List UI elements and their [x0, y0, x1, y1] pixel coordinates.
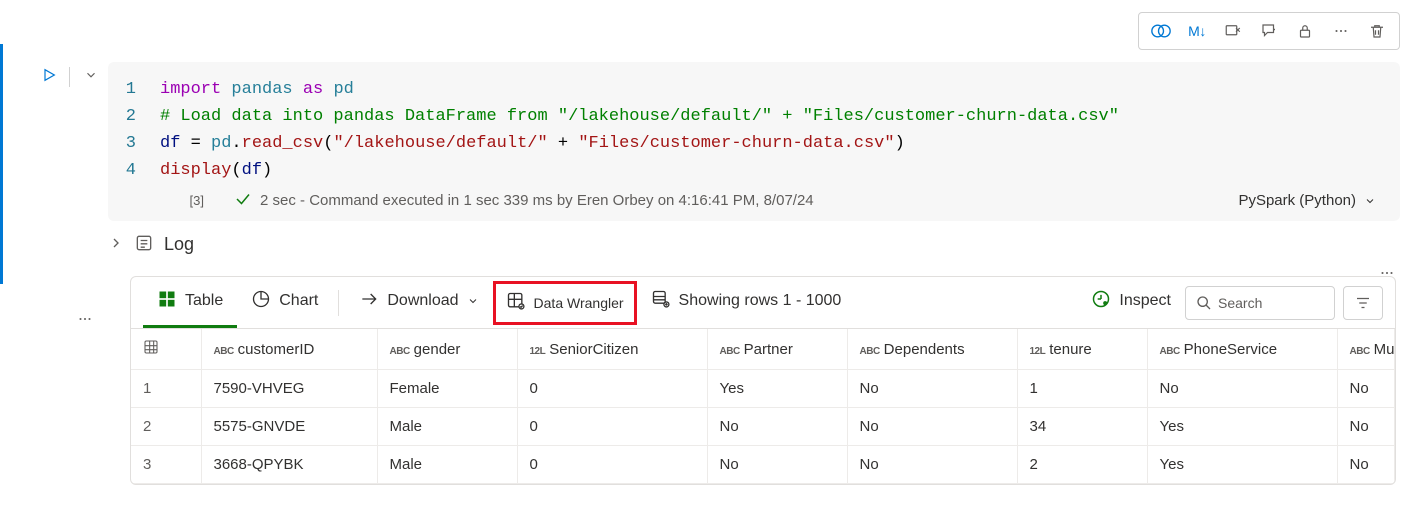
filter-icon — [1354, 294, 1372, 312]
cell-toolbar: M↓ — [1138, 12, 1400, 50]
data-wrangler-button[interactable]: Data Wrangler — [493, 281, 637, 325]
column-header[interactable]: ABCgender — [377, 329, 517, 370]
table-output: Table Chart Download Data Wrangler — [130, 276, 1396, 485]
table-cell[interactable]: 2 — [1017, 446, 1147, 484]
tab-chart[interactable]: Chart — [237, 277, 332, 328]
status-text: 2 sec - Command executed in 1 sec 339 ms… — [260, 192, 814, 209]
table-cell[interactable]: No — [707, 408, 847, 446]
search-input[interactable]: Search — [1185, 286, 1335, 320]
code-cell[interactable]: 1import pandas as pd2# Load data into pa… — [108, 62, 1400, 221]
table-cell[interactable]: 3668-QPYBK — [201, 446, 377, 484]
code-line[interactable]: 3df = pd.read_csv("/lakehouse/default/" … — [120, 130, 1380, 157]
table-cell[interactable]: No — [847, 370, 1017, 408]
clear-output-icon[interactable] — [1217, 17, 1249, 45]
table-cell[interactable]: Female — [377, 370, 517, 408]
data-wrangler-icon — [506, 291, 526, 314]
table-cell[interactable]: No — [707, 446, 847, 484]
execution-count: [3] — [184, 193, 204, 208]
column-header[interactable]: ABCDependents — [847, 329, 1017, 370]
table-cell[interactable]: 2 — [131, 408, 201, 446]
markdown-toggle[interactable]: M↓ — [1181, 17, 1213, 45]
table-cell[interactable]: 7590-VHVEG — [201, 370, 377, 408]
code-line[interactable]: 1import pandas as pd — [120, 76, 1380, 103]
table-cell[interactable]: Male — [377, 446, 517, 484]
table-cell[interactable]: Yes — [707, 370, 847, 408]
tab-table[interactable]: Table — [143, 277, 237, 328]
table-cell[interactable]: No — [1337, 370, 1395, 408]
table-cell[interactable]: No — [1337, 446, 1395, 484]
table-cell[interactable]: 0 — [517, 370, 707, 408]
output-more-icon[interactable] — [1378, 264, 1396, 285]
table-cell[interactable]: 0 — [517, 408, 707, 446]
table-cell[interactable]: 34 — [1017, 408, 1147, 446]
index-icon — [143, 339, 159, 355]
chevron-down-icon — [467, 295, 479, 307]
column-header[interactable] — [131, 329, 201, 370]
more-icon[interactable] — [1325, 17, 1357, 45]
column-header[interactable]: ABCMu — [1337, 329, 1395, 370]
column-header[interactable]: ABCPhoneService — [1147, 329, 1337, 370]
rows-icon — [651, 289, 671, 314]
column-header[interactable]: ABCPartner — [707, 329, 847, 370]
table-cell[interactable]: No — [1147, 370, 1337, 408]
search-icon — [1196, 295, 1212, 311]
column-header[interactable]: ABCcustomerID — [201, 329, 377, 370]
cell-side-more-icon[interactable] — [76, 310, 94, 331]
table-cell[interactable]: 3 — [131, 446, 201, 484]
table-icon — [157, 289, 177, 314]
column-header[interactable]: 12Ltenure — [1017, 329, 1147, 370]
chart-icon — [251, 289, 271, 314]
lock-icon[interactable] — [1289, 17, 1321, 45]
table-row[interactable]: 33668-QPYBKMale0NoNo2YesNo — [131, 446, 1395, 484]
line-number: 1 — [120, 76, 160, 103]
log-expand-chevron[interactable] — [108, 235, 124, 254]
log-icon — [134, 233, 154, 256]
filter-button[interactable] — [1343, 286, 1383, 320]
table-cell[interactable]: Male — [377, 408, 517, 446]
cell-menu-chevron[interactable] — [82, 66, 100, 87]
language-selector[interactable]: PySpark (Python) — [1238, 192, 1380, 209]
table-row[interactable]: 25575-GNVDEMale0NoNo34YesNo — [131, 408, 1395, 446]
code-line[interactable]: 4display(df) — [120, 157, 1380, 184]
line-number: 2 — [120, 103, 160, 130]
table-row[interactable]: 17590-VHVEGFemale0YesNo1NoNo — [131, 370, 1395, 408]
delete-icon[interactable] — [1361, 17, 1393, 45]
data-table[interactable]: ABCcustomerIDABCgender12LSeniorCitizenAB… — [131, 329, 1395, 484]
table-cell[interactable]: 0 — [517, 446, 707, 484]
row-count-info: Showing rows 1 - 1000 — [637, 277, 856, 328]
table-cell[interactable]: Yes — [1147, 408, 1337, 446]
table-cell[interactable]: 5575-GNVDE — [201, 408, 377, 446]
success-check-icon — [234, 190, 252, 211]
table-cell[interactable]: No — [1337, 408, 1395, 446]
inspect-icon — [1091, 289, 1111, 314]
table-cell[interactable]: 1 — [131, 370, 201, 408]
download-button[interactable]: Download — [345, 277, 492, 328]
table-cell[interactable]: Yes — [1147, 446, 1337, 484]
run-cell-button[interactable] — [41, 67, 57, 86]
log-label: Log — [164, 234, 194, 255]
line-number: 3 — [120, 130, 160, 157]
inspect-button[interactable]: Inspect — [1077, 277, 1185, 328]
table-cell[interactable]: 1 — [1017, 370, 1147, 408]
comment-icon[interactable] — [1253, 17, 1285, 45]
column-header[interactable]: 12LSeniorCitizen — [517, 329, 707, 370]
download-icon — [359, 289, 379, 314]
table-cell[interactable]: No — [847, 408, 1017, 446]
copilot-icon[interactable] — [1145, 17, 1177, 45]
code-line[interactable]: 2# Load data into pandas DataFrame from … — [120, 103, 1380, 130]
line-number: 4 — [120, 157, 160, 184]
table-cell[interactable]: No — [847, 446, 1017, 484]
gutter-divider — [69, 67, 70, 87]
